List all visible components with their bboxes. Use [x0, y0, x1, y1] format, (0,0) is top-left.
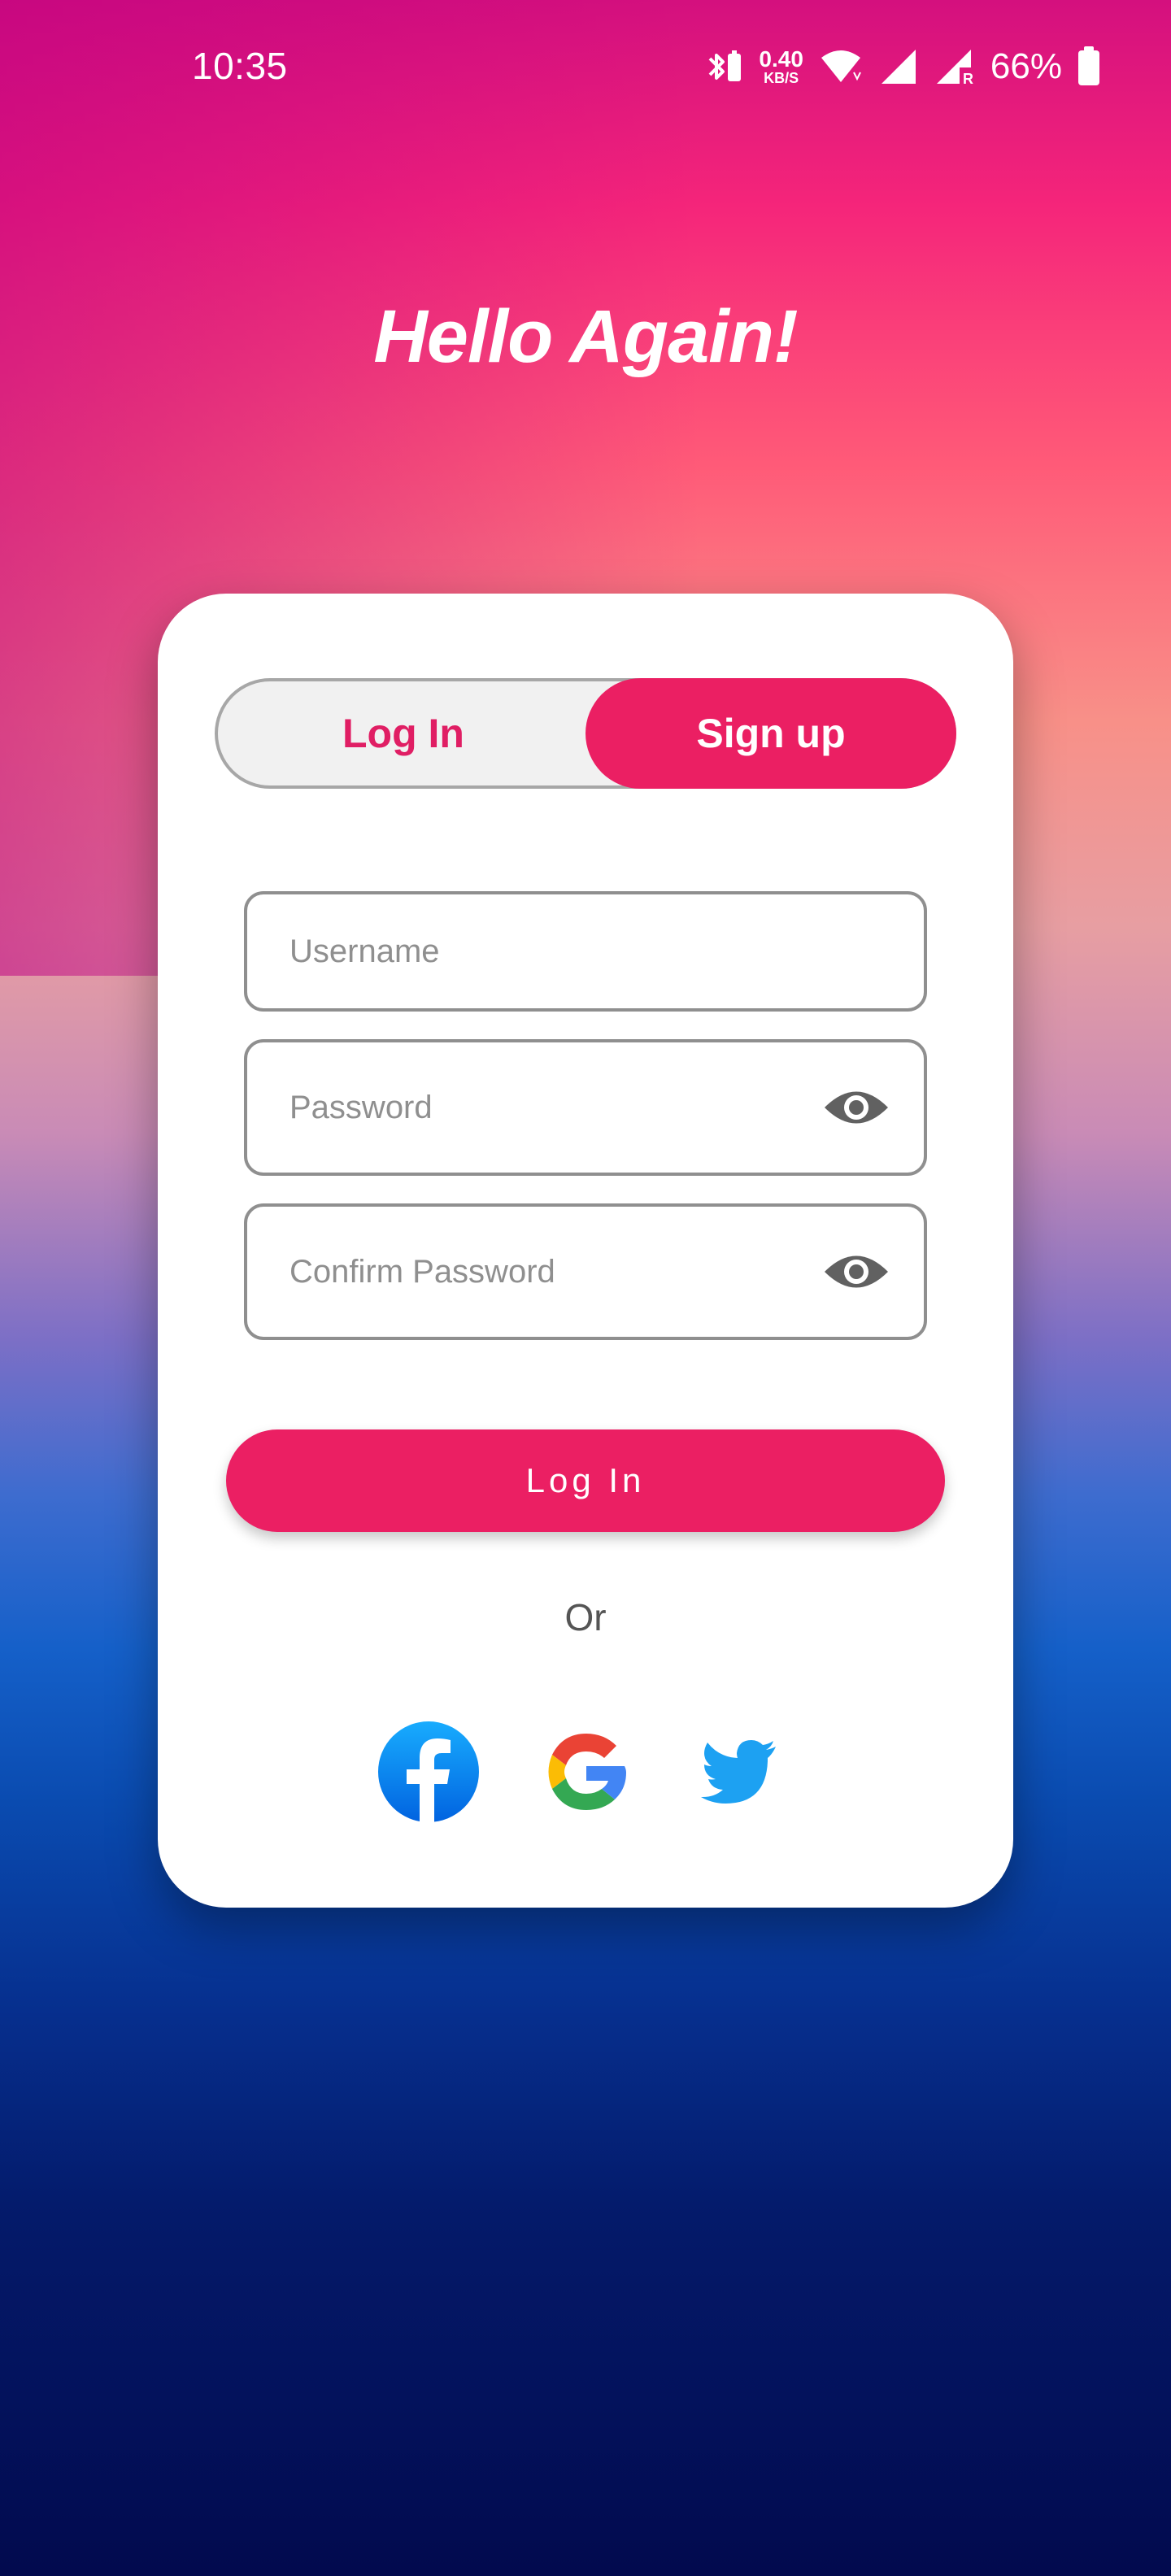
status-time: 10:35: [192, 45, 288, 87]
or-divider: Or: [564, 1596, 607, 1638]
tab-log-in[interactable]: Log In: [218, 681, 589, 785]
log-in-button[interactable]: Log In: [226, 1429, 945, 1532]
password-placeholder: Password: [289, 1089, 433, 1125]
signal-icon: [881, 50, 916, 84]
twitter-icon[interactable]: [701, 1732, 779, 1810]
bluetooth-icon: [709, 50, 742, 81]
username-placeholder: Username: [289, 933, 440, 969]
battery-percent: 66%: [990, 46, 1062, 86]
status-icons: 0.40 KB/S R 66%: [702, 41, 1101, 93]
username-field[interactable]: Username: [244, 891, 927, 1012]
social-login-row: [158, 1721, 1013, 1826]
status-bar: 10:35 0.40 KB/S R 66%: [0, 0, 1171, 130]
facebook-icon[interactable]: [377, 1721, 480, 1823]
confirm-password-field[interactable]: Confirm Password: [244, 1203, 927, 1340]
confirm-password-placeholder: Confirm Password: [289, 1253, 555, 1290]
auth-toggle: Log In Sign up: [215, 678, 956, 789]
page-title: Hello Again!: [373, 295, 798, 378]
google-icon[interactable]: [535, 1721, 638, 1823]
battery-icon: [1078, 46, 1099, 85]
svg-text:R: R: [963, 71, 973, 85]
wifi-icon: [821, 50, 861, 82]
network-speed: 0.40 KB/S: [759, 46, 803, 86]
eye-icon[interactable]: [823, 1250, 890, 1294]
eye-icon[interactable]: [823, 1086, 890, 1129]
signal-roaming-icon: R: [936, 50, 973, 85]
tab-sign-up[interactable]: Sign up: [586, 678, 956, 789]
password-field[interactable]: Password: [244, 1039, 927, 1176]
auth-card: Log In Sign up Username Password Confirm…: [158, 594, 1013, 1908]
